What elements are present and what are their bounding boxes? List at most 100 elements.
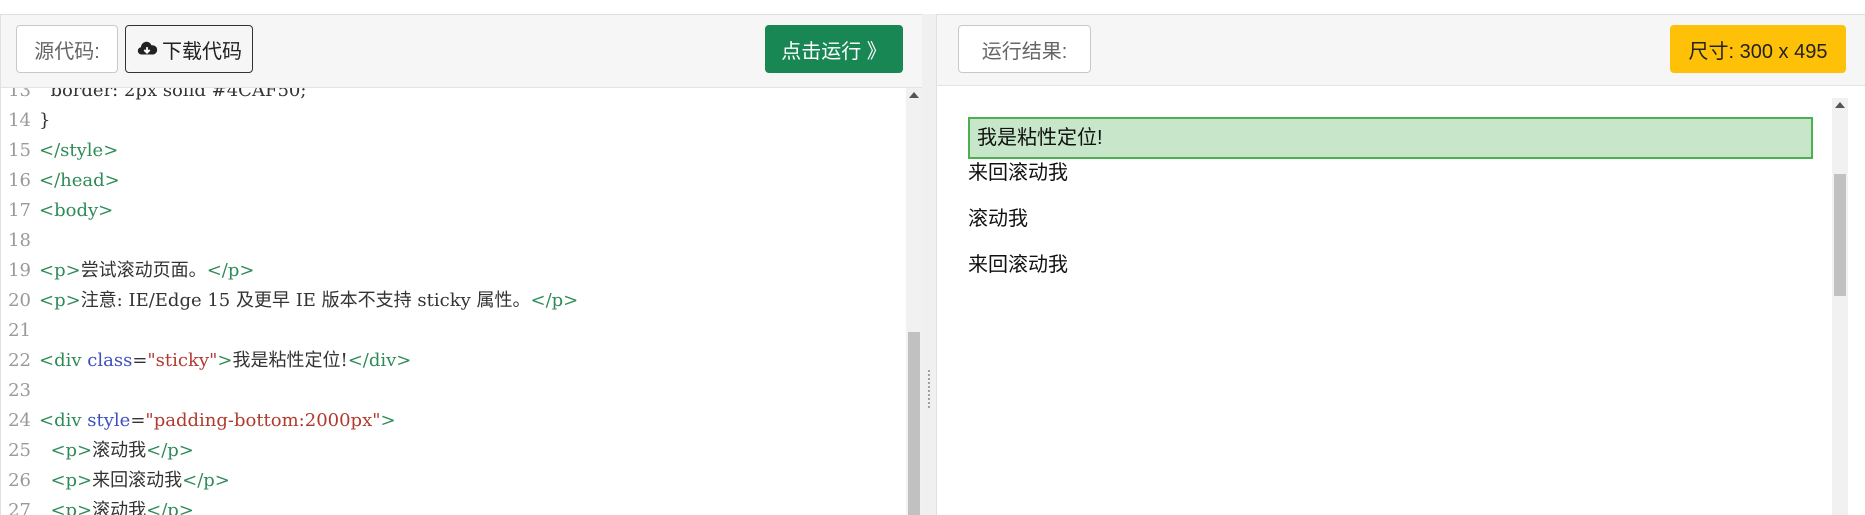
code-token: > [217,350,233,371]
line-number: 25 [8,440,31,461]
code-text: <p>尝试滚动页面。</p> [39,256,254,286]
code-token: = [132,350,148,371]
download-code-button[interactable]: 下载代码 [125,25,253,73]
source-panel: 源代码: 下载代码 点击运行 》 13 border: 2px solid #4… [0,14,923,515]
code-token: <p> [50,500,93,515]
code-text: border: 2px solid #4CAF50; [39,88,306,106]
line-number: 27 [8,500,31,515]
result-line-3: 来回滚动我 [968,254,1068,276]
code-token: 尝试滚动页面。 [80,260,207,281]
run-button[interactable]: 点击运行 》 [765,25,903,73]
code-line: 23 [1,376,906,406]
result-frame: 我是粘性定位! 来回滚动我 滚动我 来回滚动我 [937,86,1865,515]
code-token: </p> [206,260,255,281]
code-token: 注意: IE/Edge 15 及更早 IE 版本不支持 sticky 属性。 [80,290,531,311]
code-line: 26 <p>来回滚动我</p> [1,466,906,496]
code-token: <div [39,410,88,431]
code-token: <p> [50,470,93,491]
code-token: </head> [39,170,120,191]
code-editor[interactable]: 13 border: 2px solid #4CAF50; 14} 15 </styl… [1,88,922,515]
code-line: 24 <div style="padding-bottom:2000px"> [1,406,906,436]
line-number: 19 [8,260,31,281]
drag-handle-icon[interactable] [927,369,931,409]
code-line: 22 <div class="sticky">我是粘性定位!</div> [1,346,906,376]
code-token: </div> [347,350,412,371]
code-token: border: 2px solid #4CAF50; [39,88,307,101]
code-token: = [130,410,146,431]
code-token: <p> [39,290,81,311]
code-token: <p> [50,440,93,461]
source-toolbar: 源代码: 下载代码 点击运行 》 [1,15,922,88]
line-number: 16 [8,170,31,191]
code-line: 15 </style> [1,136,906,166]
code-text: <p>滚动我</p> [39,496,194,515]
code-line: 14} [1,106,906,136]
code-token: <p> [39,260,81,281]
source-code-label-button[interactable]: 源代码: [16,25,118,73]
download-code-label: 下载代码 [162,40,242,63]
code-token: </p> [530,290,579,311]
scroll-up-icon[interactable] [909,92,919,98]
code-token: <div [39,350,88,371]
code-text: <div style="padding-bottom:2000px"> [39,406,396,436]
result-line-1: 来回滚动我 [968,162,1068,184]
code-text: </head> [39,166,120,196]
code-token: 滚动我 [92,500,147,515]
code-token: 滚动我 [92,440,147,461]
code-text: } [39,106,50,136]
line-number: 20 [8,290,31,311]
editor-scroll-thumb[interactable] [908,332,920,515]
code-token: </p> [146,440,194,461]
code-token: "sticky" [147,350,218,371]
code-text: <p>注意: IE/Edge 15 及更早 IE 版本不支持 sticky 属性… [39,286,578,316]
code-line: 21 [1,316,906,346]
line-number: 26 [8,470,31,491]
result-line-2: 滚动我 [968,208,1028,230]
code-token: "padding-bottom:2000px" [145,410,381,431]
code-token: <body> [39,200,114,221]
code-token: > [380,410,396,431]
code-token: </p> [182,470,230,491]
code-token: 我是粘性定位! [232,350,348,371]
result-scroll-up-icon[interactable] [1835,102,1845,108]
code-text: <body> [39,196,113,226]
editor-scrollbar[interactable] [906,88,922,515]
cloud-download-icon [137,41,158,55]
code-token: </p> [146,500,194,515]
result-label-button[interactable]: 运行结果: [958,25,1091,73]
line-number: 22 [8,350,31,371]
code-token: class [87,350,133,371]
panel-splitter[interactable] [922,14,936,515]
line-number: 14 [8,110,31,131]
line-number: 23 [8,380,31,401]
code-text: <p>来回滚动我</p> [39,466,230,496]
code-text: <div class="sticky">我是粘性定位!</div> [39,346,411,376]
code-token: } [39,110,51,131]
line-number: 24 [8,410,31,431]
result-scrollbar[interactable] [1832,98,1848,515]
line-number: 18 [8,230,31,251]
code-token: style [87,410,131,431]
code-line: 20 <p>注意: IE/Edge 15 及更早 IE 版本不支持 sticky … [1,286,906,316]
code-line: 13 border: 2px solid #4CAF50; [1,88,906,106]
line-number: 13 [8,88,31,101]
code-token: 来回滚动我 [92,470,183,491]
code-token: </style> [39,140,119,161]
code-text: </style> [39,136,118,166]
code-line: 16 </head> [1,166,906,196]
code-text: <p>滚动我</p> [39,436,194,466]
result-toolbar: 运行结果: 尺寸: 300 x 495 [937,15,1865,86]
sticky-element: 我是粘性定位! [968,117,1813,159]
line-number: 15 [8,140,31,161]
code-line: 19 <p>尝试滚动页面。</p> [1,256,906,286]
code-line: 18 [1,226,906,256]
code-line: 27 <p>滚动我</p> [1,496,906,515]
result-scroll-thumb[interactable] [1834,174,1846,296]
line-number: 17 [8,200,31,221]
code-line: 17 <body> [1,196,906,226]
code-line: 25 <p>滚动我</p> [1,436,906,466]
result-panel: 运行结果: 尺寸: 300 x 495 我是粘性定位! 来回滚动我 滚动我 来回… [936,14,1865,515]
